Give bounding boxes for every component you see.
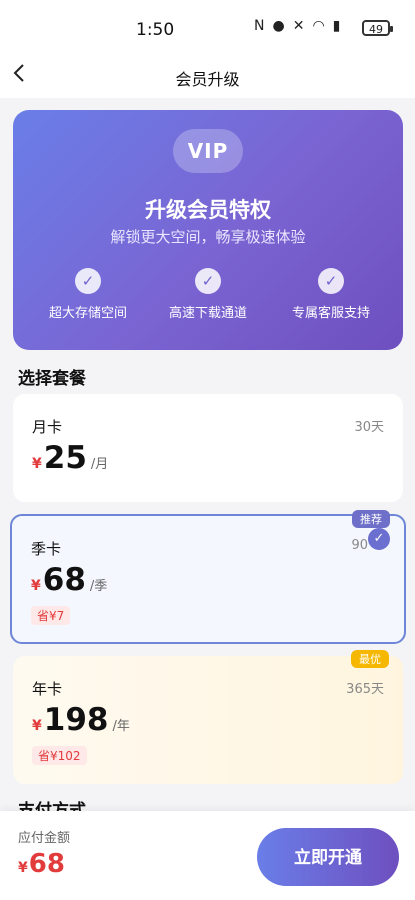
plan-duration: 30天 [354, 420, 384, 435]
currency-symbol: ¥ [18, 860, 28, 876]
recommended-badge: 推荐 [352, 510, 390, 528]
check-icon: ✓ [195, 268, 221, 294]
selected-check-icon: ✓ [368, 528, 390, 550]
vip-hero-card: VIP 升级会员特权 解锁更大空间，畅享极速体验 ✓ 超大存储空间 ✓ 高速下载… [13, 110, 403, 350]
status-time: 1:50 [136, 20, 175, 40]
check-icon: ✓ [75, 268, 101, 294]
price-value: 198 [43, 702, 109, 738]
battery-icon: 49 [362, 20, 393, 36]
vip-badge: VIP [173, 129, 243, 173]
location-icon: ● [272, 18, 293, 34]
currency-symbol: ¥ [32, 718, 42, 734]
app-header: 会员升级 [0, 60, 415, 98]
price-unit: /季 [89, 579, 108, 594]
plan-name: 年卡 [32, 680, 63, 698]
feature-storage: ✓ 超大存储空间 [28, 268, 148, 321]
price-value: 25 [43, 440, 87, 476]
feature-support: ✓ 专属客服支持 [271, 268, 391, 321]
currency-symbol: ¥ [32, 456, 42, 472]
savings-tag: 省¥102 [32, 746, 87, 765]
status-icons: N●✕◠▮ [254, 18, 348, 34]
plan-card-year[interactable]: 最优 年卡 365天 ¥ 198 /年 省¥102 [13, 650, 403, 784]
wifi-icon: ◠ [312, 18, 333, 34]
mute-icon: ✕ [292, 18, 313, 34]
price-unit: /月 [90, 457, 109, 472]
plans-section-title: 选择套餐 [18, 369, 86, 389]
savings-tag: 省¥7 [31, 606, 71, 625]
hero-title: 升级会员特权 [145, 198, 271, 222]
plan-card-quarter[interactable]: 推荐 季卡 90 ✓ ¥ 68 /季 省¥7 [10, 510, 406, 644]
feature-download: ✓ 高速下载通道 [148, 268, 268, 321]
plan-price: ¥ 198 /年 [32, 702, 130, 738]
feature-label: 超大存储空间 [48, 306, 127, 321]
check-icon: ✓ [318, 268, 344, 294]
plan-price: ¥ 25 /月 [32, 440, 108, 476]
checkout-bar: 应付金额 ¥ 68 立即开通 [0, 811, 415, 900]
page-title: 会员升级 [175, 70, 240, 89]
status-bar: 1:50 N●✕◠▮ 49 [0, 0, 415, 60]
activate-button[interactable]: 立即开通 [257, 828, 399, 886]
amount-label: 应付金额 [18, 831, 71, 846]
plan-name: 季卡 [31, 540, 62, 558]
amount-value: 68 [28, 849, 65, 879]
best-value-badge: 最优 [351, 650, 389, 668]
nfc-icon: N [254, 18, 273, 34]
plan-price: ¥ 68 /季 [31, 562, 107, 598]
currency-symbol: ¥ [31, 578, 41, 594]
feature-label: 专属客服支持 [291, 306, 370, 321]
plan-duration: 365天 [346, 682, 384, 697]
price-value: 68 [42, 562, 86, 598]
signal-5g-icon: ▮ [332, 18, 349, 34]
plan-name: 月卡 [32, 418, 63, 436]
total-amount: ¥ 68 [18, 849, 65, 879]
price-unit: /年 [112, 719, 130, 734]
plan-duration: 90 [351, 538, 368, 553]
feature-label: 高速下载通道 [168, 306, 247, 321]
plan-card-month[interactable]: 月卡 30天 ¥ 25 /月 [13, 394, 403, 502]
hero-subtitle: 解锁更大空间，畅享极速体验 [110, 228, 306, 246]
